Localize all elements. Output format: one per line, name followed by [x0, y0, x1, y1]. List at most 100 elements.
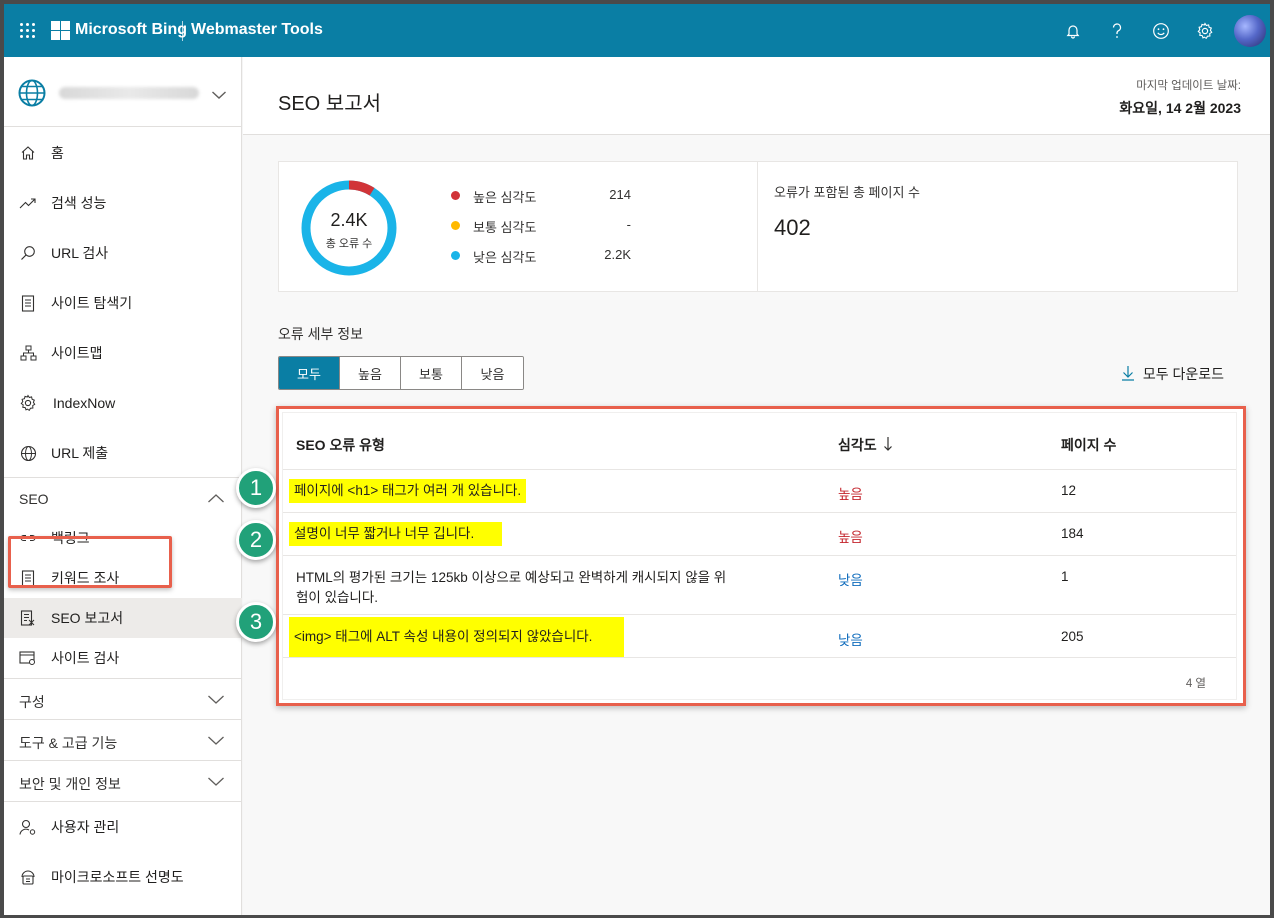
nav-item-label: IndexNow [53, 395, 116, 411]
app-launcher-icon[interactable] [20, 23, 36, 39]
nav-item-submit-urls[interactable]: URL 제출 [4, 433, 242, 473]
legend-dot-medium [451, 221, 460, 230]
table-row[interactable]: 설명이 너무 짧거나 너무 깁니다. 높음 184 [283, 512, 1236, 555]
last-updated-label: 마지막 업데이트 날짜: [1136, 80, 1241, 92]
seo-reports-highlight-box [8, 536, 172, 588]
section-label: 보안 및 개인 정보 [19, 776, 121, 792]
help-icon[interactable] [1104, 18, 1130, 44]
errors-table: SEO 오류 유형 심각도 페이지 수 페이지에 <h1> 태그가 여러 개 있… [282, 412, 1237, 700]
legend-label: 보통 심각도 [473, 220, 537, 235]
filter-medium-button[interactable]: 보통 [401, 357, 462, 389]
legend-dot-high [451, 191, 460, 200]
nav-item-label: 사이트맵 [51, 345, 103, 361]
legend-value: 2.2K [604, 247, 631, 262]
search-icon [18, 243, 38, 263]
site-name-redacted [59, 87, 199, 99]
trending-icon [18, 193, 38, 213]
pages-with-errors-value: 402 [774, 215, 811, 240]
settings-gear-icon[interactable] [1192, 18, 1218, 44]
section-seo-toggle[interactable]: SEO [4, 477, 242, 518]
column-header-severity-label: 심각도 [838, 437, 877, 453]
callout-badge-2: 2 [236, 520, 276, 560]
chevron-down-icon [207, 733, 225, 749]
nav-item-clarity[interactable]: 마이크로소프트 선명도 [4, 857, 242, 897]
nav-item-sitemap[interactable]: 사이트맵 [4, 333, 242, 373]
summary-divider [757, 162, 758, 291]
error-type-cell: 설명이 너무 짧거나 너무 깁니다. [289, 522, 503, 546]
nav-item-label: 사이트 탐색기 [51, 295, 133, 311]
feedback-smiley-icon[interactable] [1148, 18, 1174, 44]
section-configuration-toggle[interactable]: 구성 [4, 678, 242, 719]
divider [4, 801, 242, 802]
chevron-down-icon[interactable] [211, 87, 227, 105]
nav-item-seo-reports[interactable]: SEO 보고서 [4, 598, 242, 638]
clarity-icon [18, 867, 38, 887]
user-settings-icon [18, 817, 38, 837]
filter-high-button[interactable]: 높음 [340, 357, 401, 389]
nav-item-site-explorer[interactable]: 사이트 탐색기 [4, 283, 242, 323]
product-name[interactable]: Webmaster Tools [191, 21, 323, 39]
section-label: 구성 [19, 694, 45, 710]
row-count: 4 열 [1185, 678, 1206, 690]
site-picker[interactable] [4, 57, 242, 127]
main-content: SEO 보고서 마지막 업데이트 날짜: 화요일, 14 2월 2023 2.4… [243, 57, 1270, 915]
microsoft-logo-icon [51, 21, 70, 40]
section-tools-toggle[interactable]: 도구 & 고급 기능 [4, 719, 242, 760]
page-header: SEO 보고서 마지막 업데이트 날짜: 화요일, 14 2월 2023 [243, 57, 1270, 135]
brand-divider [182, 21, 183, 41]
table-row-divider [283, 657, 1236, 658]
filter-low-button[interactable]: 낮음 [462, 357, 523, 389]
download-all-label: 모두 다운로드 [1142, 366, 1224, 382]
download-all-button[interactable]: 모두 다운로드 [1121, 364, 1224, 384]
section-label: 도구 & 고급 기능 [19, 735, 118, 751]
error-type-cell: HTML의 평가된 크기는 125kb 이상으로 예상되고 완벽하게 캐시되지 … [296, 568, 726, 608]
sitemap-icon [18, 343, 38, 363]
filter-all-button[interactable]: 모두 [279, 357, 340, 389]
column-header-type[interactable]: SEO 오류 유형 [296, 435, 385, 455]
report-icon [18, 608, 38, 628]
nav-item-label: 마이크로소프트 선명도 [51, 869, 184, 885]
notification-bell-icon[interactable] [1060, 18, 1086, 44]
app-window: Microsoft Bing Webmaster Tools 홈 검색 성능 U… [4, 4, 1270, 915]
globe-icon [18, 79, 46, 112]
nav-item-search-performance[interactable]: 검색 성능 [4, 183, 242, 223]
section-security-toggle[interactable]: 보안 및 개인 정보 [4, 760, 242, 801]
scan-icon [18, 648, 38, 668]
brand-name[interactable]: Microsoft Bing [75, 21, 187, 39]
legend-dot-low [451, 251, 460, 260]
section-label: SEO [19, 491, 49, 507]
severity-filter-group: 모두 높음 보통 낮음 [278, 356, 524, 390]
severity-cell: 높음 [838, 530, 863, 545]
nav-item-label: 홈 [51, 145, 64, 161]
nav-item-label: URL 검사 [51, 245, 109, 261]
table-row[interactable]: <img> 태그에 ALT 속성 내용이 정의되지 않았습니다. 낮음 205 [283, 614, 1236, 657]
nav-item-url-inspection[interactable]: URL 검사 [4, 233, 242, 273]
nav-item-indexnow[interactable]: IndexNow [4, 383, 242, 423]
table-row[interactable]: 페이지에 <h1> 태그가 여러 개 있습니다. 높음 12 [283, 469, 1236, 512]
severity-cell: 낮음 [838, 633, 863, 648]
legend-value: - [626, 217, 631, 232]
nav-item-home[interactable]: 홈 [4, 133, 242, 173]
table-row[interactable]: HTML의 평가된 크기는 125kb 이상으로 예상되고 완벽하게 캐시되지 … [283, 555, 1236, 614]
nav-item-site-scan[interactable]: 사이트 검사 [4, 638, 242, 678]
sort-descending-icon [883, 436, 893, 455]
column-header-pages[interactable]: 페이지 수 [1061, 435, 1116, 455]
total-errors-label: 총 오류 수 [325, 238, 373, 250]
last-updated-date: 화요일, 14 2월 2023 [1119, 100, 1241, 116]
document-icon [18, 293, 38, 313]
column-header-severity[interactable]: 심각도 [838, 435, 893, 455]
pages-cell: 12 [1061, 483, 1077, 498]
error-type-cell: <img> 태그에 ALT 속성 내용이 정의되지 않았습니다. [289, 617, 625, 657]
nav-item-label: 사용자 관리 [51, 819, 120, 835]
pages-cell: 205 [1061, 629, 1084, 644]
chevron-up-icon [207, 491, 225, 507]
nav-item-label: URL 제출 [51, 445, 109, 461]
error-type-line: 험이 있습니다. [296, 590, 379, 605]
chevron-down-icon [207, 774, 225, 790]
nav-item-user-management[interactable]: 사용자 관리 [4, 807, 242, 847]
total-errors-value: 2.4K [330, 210, 368, 230]
download-icon [1121, 365, 1135, 384]
user-avatar[interactable] [1234, 15, 1266, 47]
errors-table-highlight-box: SEO 오류 유형 심각도 페이지 수 페이지에 <h1> 태그가 여러 개 있… [276, 406, 1246, 706]
top-bar: Microsoft Bing Webmaster Tools [4, 4, 1270, 57]
